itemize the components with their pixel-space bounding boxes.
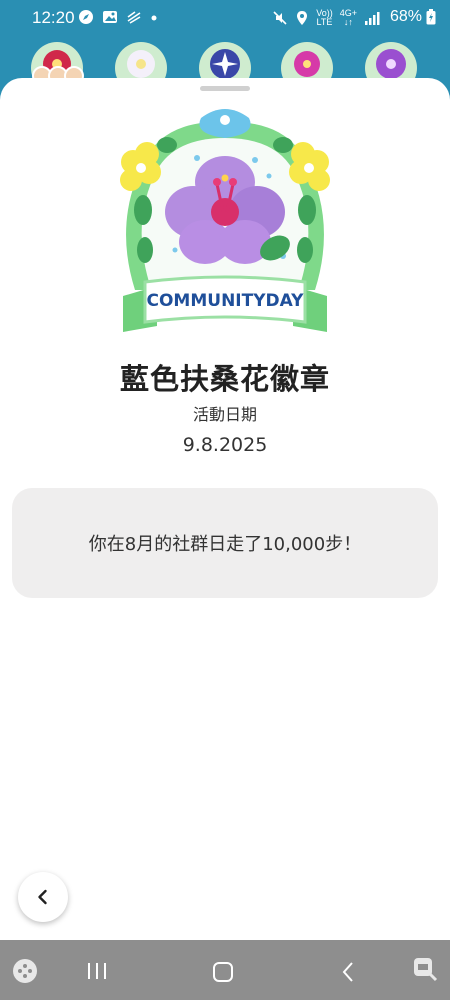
back-button[interactable] xyxy=(18,872,68,922)
volte-indicator: Vo)) LTE xyxy=(316,9,333,27)
status-time: 12:20 xyxy=(32,8,75,27)
sheet-drag-handle[interactable] xyxy=(200,86,250,91)
compass-icon xyxy=(79,10,93,24)
status-right-icons: Vo)) LTE 4G+ ↓↑ xyxy=(272,9,380,27)
game-launcher-icon[interactable] xyxy=(12,958,38,984)
event-date-label: 活動日期 xyxy=(192,405,257,424)
system-navigation-bar xyxy=(0,940,450,1000)
chevron-left-icon xyxy=(38,889,47,905)
battery-percent: 68% xyxy=(389,8,422,25)
mute-icon xyxy=(273,11,287,25)
status-left-icons xyxy=(78,9,158,25)
achievement-message-card: 你在8月的社群日走了10,000步！ xyxy=(12,488,438,598)
network-arrows: ↓↑ xyxy=(343,17,353,27)
home-icon[interactable] xyxy=(212,961,234,983)
battery-status: 68% xyxy=(390,8,436,26)
back-icon[interactable] xyxy=(340,961,356,983)
community-day-ribbon-text: COMMUNITYDAY xyxy=(147,291,305,311)
location-icon xyxy=(297,11,308,25)
recents-icon[interactable] xyxy=(86,962,108,980)
event-date: 9.8.2025 xyxy=(182,434,268,456)
network-indicator: 4G+ ↓↑ xyxy=(340,9,357,27)
signal-icon xyxy=(365,12,380,25)
achievement-message: 你在8月的社群日走了10,000步！ xyxy=(88,534,362,555)
leaf xyxy=(134,195,152,225)
badge-detail-sheet: COMMUNITYDAY 藍色扶桑花徽章 活動日期 9.8.2025 你在8月的… xyxy=(0,78,450,940)
wifi-call-icon xyxy=(127,11,141,24)
leaf xyxy=(298,195,316,225)
notification-dot-icon xyxy=(151,15,157,21)
battery-charging-icon xyxy=(426,9,436,25)
blue-hibiscus-badge-image: COMMUNITYDAY xyxy=(120,109,330,332)
gallery-icon xyxy=(103,11,117,23)
badge-title: 藍色扶桑花徽章 xyxy=(119,362,330,396)
keyboard-switch-icon[interactable] xyxy=(412,956,438,982)
volte-bottom: LTE xyxy=(316,17,333,27)
